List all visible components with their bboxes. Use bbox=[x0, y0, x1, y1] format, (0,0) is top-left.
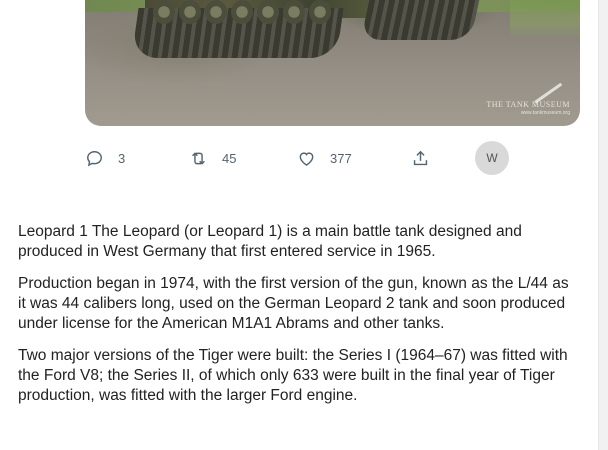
article-paragraph: Production began in 1974, with the first… bbox=[18, 275, 569, 332]
road-wheel bbox=[179, 0, 201, 24]
share-upload-icon bbox=[413, 150, 428, 165]
page-scrollbar[interactable] bbox=[598, 0, 608, 450]
watermark-url: www.tankmuseum.org bbox=[520, 110, 570, 116]
road-wheel bbox=[309, 0, 331, 24]
share-button[interactable] bbox=[411, 141, 430, 175]
avatar[interactable]: W bbox=[475, 141, 509, 175]
heart-icon bbox=[299, 151, 314, 166]
like-count: 377 bbox=[330, 150, 352, 166]
road-wheel bbox=[153, 0, 175, 24]
embedded-tweet[interactable]: THE TANK MUSEUM www.tankmuseum.org bbox=[85, 0, 580, 126]
road-wheels bbox=[153, 0, 331, 24]
article-paragraph: Leopard 1 The Leopard (or Leopard 1) is … bbox=[18, 223, 522, 260]
road-wheel bbox=[231, 0, 253, 24]
tank-illustration bbox=[131, 0, 480, 62]
retweet-count: 45 bbox=[222, 150, 237, 166]
retweet-button[interactable]: 45 bbox=[189, 141, 236, 175]
article-body: Leopard 1 The Leopard (or Leopard 1) is … bbox=[18, 222, 578, 418]
road-wheel bbox=[283, 0, 305, 24]
retweet-icon bbox=[192, 151, 205, 165]
road-wheel bbox=[205, 0, 227, 24]
grass-corner bbox=[510, 0, 580, 40]
tank-museum-watermark: THE TANK MUSEUM www.tankmuseum.org bbox=[486, 82, 570, 116]
reply-count: 3 bbox=[118, 150, 126, 166]
tweet-action-bar: 3 45 377 W bbox=[85, 141, 525, 175]
article-paragraph: Two major versions of the Tiger were bui… bbox=[18, 347, 568, 404]
road-wheel bbox=[257, 0, 279, 24]
comment-bubble-icon bbox=[87, 150, 102, 166]
tank-track-rear bbox=[360, 0, 480, 40]
avatar-letter: W bbox=[486, 151, 498, 165]
tank-photo[interactable]: THE TANK MUSEUM www.tankmuseum.org bbox=[85, 0, 580, 126]
reply-button[interactable]: 3 bbox=[85, 141, 125, 175]
page: THE TANK MUSEUM www.tankmuseum.org 3 45 … bbox=[0, 0, 608, 450]
like-button[interactable]: 377 bbox=[297, 141, 352, 175]
